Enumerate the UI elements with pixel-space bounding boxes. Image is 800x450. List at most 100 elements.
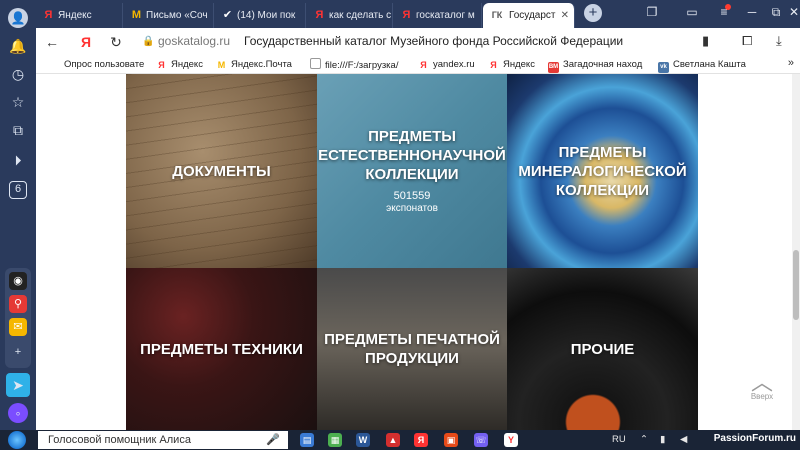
bookmark-label: Опрос пользовате xyxy=(64,59,145,70)
address-page-title[interactable]: Государственный каталог Музейного фонда … xyxy=(244,34,623,48)
tray-volume-icon[interactable]: ◀ xyxy=(680,433,687,447)
microphone-icon[interactable]: 🎤 xyxy=(266,431,280,449)
tile-title: Предметы печатной продукции xyxy=(324,331,500,367)
bookmark-yandex-ru[interactable]: Яyandex.ru xyxy=(418,58,475,71)
bookmark-icon[interactable]: ▮ xyxy=(702,33,709,49)
side-apps-group: ◉ ⚲ ✉ + xyxy=(5,268,31,368)
bookmark-label: Яндекс xyxy=(171,59,203,70)
tray-network-icon[interactable]: ▮ xyxy=(660,433,665,447)
goskatalog-favicon-icon: ГК xyxy=(491,10,503,20)
tile-title: Предметы минералогической коллекции xyxy=(518,143,687,199)
tab-search-goskatalog[interactable]: Я госкаталог м xyxy=(394,3,482,28)
tab-label: Государст xyxy=(509,10,556,21)
taskbar-files-icon[interactable]: ▣ xyxy=(444,433,458,447)
bookmark-vk[interactable]: vk Светлана Кашта xyxy=(658,58,746,73)
tab-label: (14) Мои пок xyxy=(237,10,296,21)
yandex-favicon-icon: Я xyxy=(402,9,411,21)
tile-technology[interactable]: Предметы техники xyxy=(126,268,317,430)
alice-search-box[interactable]: Голосовой помощник Алиса 🎤 xyxy=(38,431,288,449)
bookmark-label: Светлана Кашта xyxy=(673,59,746,70)
bookmark-yandex-mail[interactable]: M Яндекс.Почта xyxy=(216,58,292,71)
tile-title: Прочие xyxy=(570,340,635,358)
mail-icon[interactable]: ✉ xyxy=(9,318,27,336)
start-button-icon[interactable] xyxy=(8,431,26,449)
notifications-bell-icon[interactable]: 🔔 xyxy=(6,34,30,58)
bookmark-label: yandex.ru xyxy=(433,59,475,70)
browser-menu-icon[interactable]: ≡ xyxy=(714,5,734,19)
back-arrow-icon[interactable]: ← xyxy=(42,32,62,52)
new-tab-button[interactable]: + xyxy=(584,4,602,22)
yandex-favicon-icon: Я xyxy=(44,9,53,21)
yandex-home-icon[interactable]: Я xyxy=(76,32,96,52)
chevron-up-icon: ︿ xyxy=(750,370,773,395)
lock-icon: 🔒 xyxy=(142,36,155,47)
tab-goskatalog-active[interactable]: ГК Государст ✕ xyxy=(483,3,575,28)
bookmarks-bar: Опрос пользовате Я Яндекс M Яндекс.Почта f… xyxy=(36,56,800,74)
restore-icon[interactable]: ⧉ xyxy=(766,5,786,20)
bookmark-label: file:///F:/загрузка/ xyxy=(325,60,399,71)
media-play-icon[interactable]: ⏵ xyxy=(6,148,30,172)
alice-assistant-icon[interactable]: ◦ xyxy=(8,403,28,423)
taskbar-explorer-icon[interactable]: ▤ xyxy=(300,433,314,447)
messenger-icon[interactable]: ➤ xyxy=(6,373,30,397)
tile-other[interactable]: Прочие xyxy=(507,268,698,430)
profile-avatar-icon[interactable]: 👤 xyxy=(8,8,28,28)
add-app-icon[interactable]: + xyxy=(9,343,27,361)
profile-menu-icon[interactable]: ▭ xyxy=(682,5,702,19)
collections-icon[interactable]: ⧉ xyxy=(6,118,30,142)
check-favicon-icon: ✔ xyxy=(222,9,233,21)
tile-natural-science[interactable]: Предметы естественнонаучной коллекции 50… xyxy=(317,74,507,268)
bookmark-mystery[interactable]: ВМ Загадочная наход xyxy=(548,58,642,73)
tile-printed-products[interactable]: Предметы печатной продукции xyxy=(317,268,507,430)
address-domain[interactable]: goskatalog.ru xyxy=(158,34,230,48)
bookmark-label: Загадочная наход xyxy=(563,59,643,70)
tile-title: Предметы техники xyxy=(140,340,303,358)
tab-mail[interactable]: M Письмо «Соч xyxy=(124,3,214,28)
bookmark-label: Яндекс xyxy=(503,59,535,70)
taskbar-excel-icon[interactable]: ▦ xyxy=(328,433,342,447)
taskbar-yandex-icon[interactable]: Я xyxy=(414,433,428,447)
language-indicator[interactable]: RU xyxy=(612,433,626,447)
favorites-star-icon[interactable]: ☆ xyxy=(6,90,30,114)
scroll-to-top-label: Вверх xyxy=(750,392,774,401)
yandex-icon: Я xyxy=(490,60,497,70)
tile-mineralogical[interactable]: Предметы минералогической коллекции xyxy=(507,74,698,268)
scrollbar-thumb[interactable] xyxy=(793,250,799,320)
tab-search-howto[interactable]: Я как сделать с xyxy=(307,3,393,28)
taskbar-yandex-browser-icon[interactable]: Y xyxy=(504,433,518,447)
page-content: Документы Предметы естественнонаучной ко… xyxy=(36,74,800,430)
minimize-icon[interactable]: ─ xyxy=(742,5,762,19)
tab-manager-icon[interactable]: ❐ xyxy=(642,5,662,19)
bookmark-survey[interactable]: Опрос пользовате xyxy=(64,58,144,71)
extensions-icon[interactable]: ⧠ xyxy=(742,33,752,49)
tab-counter-badge[interactable]: 6 xyxy=(9,181,27,199)
bookmark-label: Яндекс.Почта xyxy=(231,59,292,70)
tab-purchases[interactable]: ✔ (14) Мои пок xyxy=(215,3,306,28)
watermark-text: PassionForum.ru xyxy=(713,433,796,444)
maps-pin-icon[interactable]: ⚲ xyxy=(9,295,27,313)
taskbar-viber-icon[interactable]: ☏ xyxy=(474,433,488,447)
close-tab-icon[interactable]: ✕ xyxy=(561,3,569,28)
taskbar-pdf-icon[interactable]: ▲ xyxy=(386,433,400,447)
scroll-to-top-button[interactable]: ︿ Вверх xyxy=(744,370,780,402)
bookmark-file[interactable]: file:///F:/загрузка/ xyxy=(310,58,398,72)
history-clock-icon[interactable]: ◷ xyxy=(6,62,30,86)
tab-label: Яндекс xyxy=(58,10,92,21)
tile-documents[interactable]: Документы xyxy=(126,74,317,268)
tile-count: 501559 xyxy=(393,190,431,202)
vk-icon: vk xyxy=(658,62,669,73)
reload-icon[interactable]: ↻ xyxy=(106,32,126,52)
tab-bar: Я Яндекс M Письмо «Соч ✔ (14) Мои пок Я … xyxy=(36,0,800,28)
taskbar-word-icon[interactable]: W xyxy=(356,433,370,447)
bookmark-yandex[interactable]: Я Яндекс xyxy=(156,58,203,71)
tab-yandex[interactable]: Я Яндекс xyxy=(36,3,123,28)
vertical-scrollbar[interactable] xyxy=(792,74,800,430)
windows-taskbar: Голосовой помощник Алиса 🎤 ▤ ▦ W ▲ Я ▣ ☏… xyxy=(0,430,800,450)
download-icon[interactable]: ⤓ xyxy=(776,33,782,49)
close-window-icon[interactable]: ✕ xyxy=(784,5,800,19)
tray-expand-icon[interactable]: ⌃ xyxy=(640,433,648,447)
alice-app-icon[interactable]: ◉ xyxy=(9,272,27,290)
bookmark-yandex-2[interactable]: Я Яндекс xyxy=(488,58,535,71)
mail-icon: M xyxy=(217,60,226,70)
bookmarks-more-icon[interactable]: » xyxy=(788,57,794,69)
